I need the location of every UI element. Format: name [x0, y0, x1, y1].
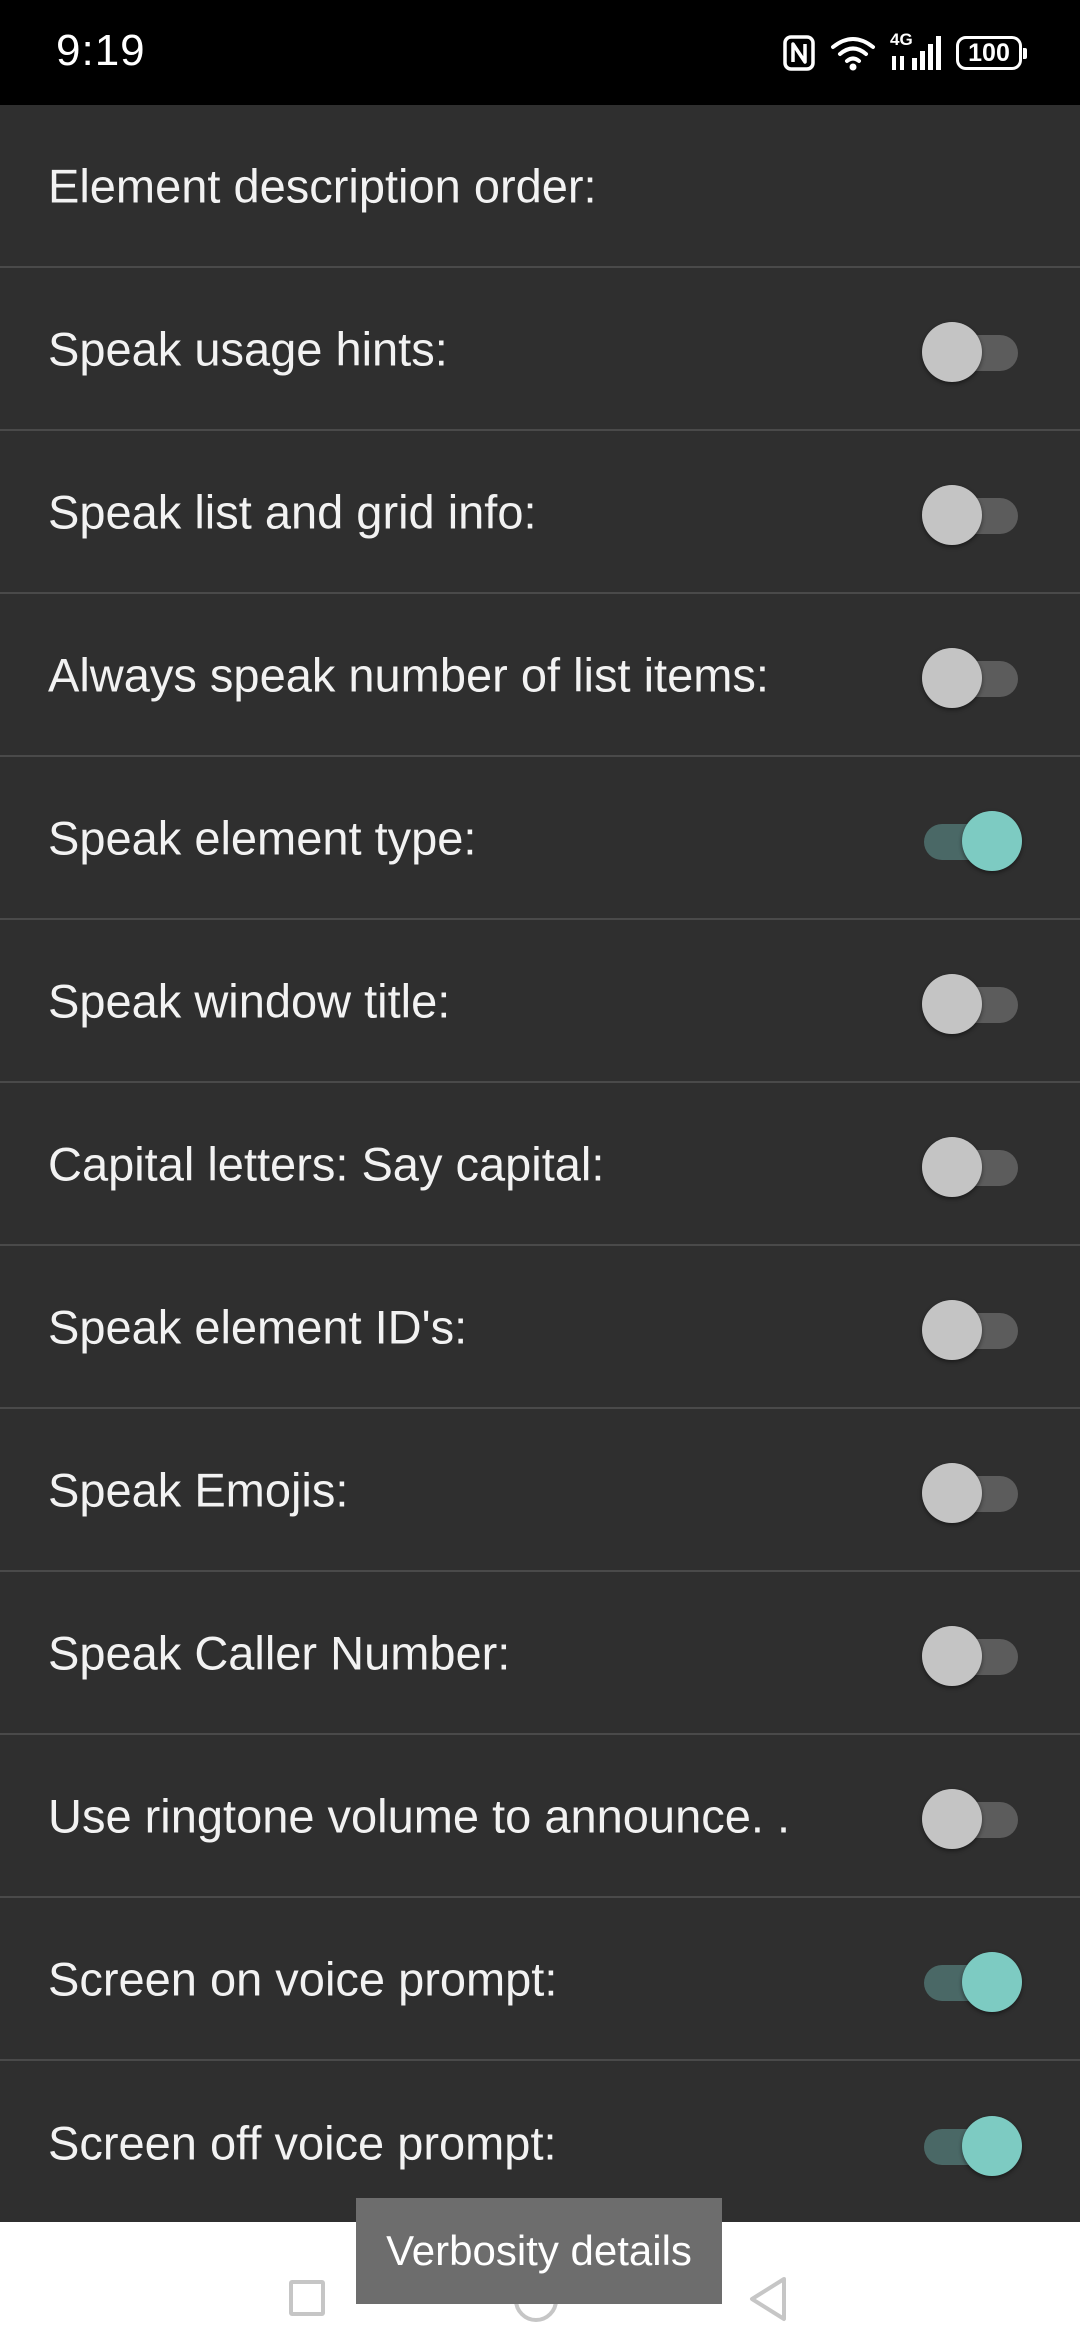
setting-row-capital-letters[interactable]: Capital letters: Say capital: [0, 1083, 1080, 1246]
setting-label: Speak Caller Number: [48, 1626, 511, 1679]
setting-row-always-speak-number-of-list-items[interactable]: Always speak number of list items: [0, 594, 1080, 757]
toast-message: Verbosity details [356, 2198, 722, 2304]
setting-label: Always speak number of list items: [48, 648, 769, 701]
setting-label: Use ringtone volume to announce. . [48, 1789, 791, 1842]
setting-row-speak-emojis[interactable]: Speak Emojis: [0, 1409, 1080, 1572]
settings-list: Element description order: Speak usage h… [0, 105, 1080, 2224]
signal-icon: 4G [890, 30, 942, 72]
speak-list-grid-info-toggle[interactable] [922, 481, 1022, 545]
setting-row-speak-element-type[interactable]: Speak element type: [0, 757, 1080, 920]
wifi-icon [830, 35, 876, 71]
setting-row-screen-on-voice-prompt[interactable]: Screen on voice prompt: [0, 1898, 1080, 2061]
capital-letters-toggle[interactable] [922, 1133, 1022, 1197]
back-icon[interactable] [746, 2274, 790, 2329]
speak-usage-hints-toggle[interactable] [922, 318, 1022, 382]
status-bar: 9:19 4G 100 [0, 0, 1080, 105]
speak-element-type-toggle[interactable] [922, 807, 1022, 871]
setting-row-ringtone-volume[interactable]: Use ringtone volume to announce. . [0, 1735, 1080, 1898]
setting-row-speak-list-grid-info[interactable]: Speak list and grid info: [0, 431, 1080, 594]
setting-row-speak-caller-number[interactable]: Speak Caller Number: [0, 1572, 1080, 1735]
screen-on-voice-prompt-toggle[interactable] [922, 1948, 1022, 2012]
speak-caller-number-toggle[interactable] [922, 1622, 1022, 1686]
recents-icon[interactable] [289, 2280, 325, 2316]
setting-label: Speak window title: [48, 974, 451, 1027]
ringtone-volume-toggle[interactable] [922, 1785, 1022, 1849]
speak-window-title-toggle[interactable] [922, 970, 1022, 1034]
setting-row-speak-window-title[interactable]: Speak window title: [0, 920, 1080, 1083]
always-speak-number-toggle[interactable] [922, 644, 1022, 708]
battery-icon: 100 [956, 36, 1027, 70]
setting-label: Element description order: [48, 159, 597, 212]
setting-label: Speak usage hints: [48, 322, 448, 375]
nfc-icon [782, 34, 816, 72]
setting-row-speak-usage-hints[interactable]: Speak usage hints: [0, 268, 1080, 431]
speak-element-ids-toggle[interactable] [922, 1296, 1022, 1360]
status-icons: 4G 100 [782, 30, 1027, 76]
setting-label: Speak list and grid info: [48, 485, 537, 538]
screen-off-voice-prompt-toggle[interactable] [922, 2112, 1022, 2176]
setting-label: Speak Emojis: [48, 1463, 349, 1516]
setting-label: Capital letters: Say capital: [48, 1137, 605, 1190]
battery-level: 100 [968, 38, 1010, 67]
status-time: 9:19 [56, 26, 146, 75]
speak-emojis-toggle[interactable] [922, 1459, 1022, 1523]
setting-label: Speak element ID's: [48, 1300, 468, 1353]
setting-label: Speak element type: [48, 811, 477, 864]
setting-label: Screen on voice prompt: [48, 1952, 558, 2005]
setting-row-element-description-order[interactable]: Element description order: [0, 105, 1080, 268]
setting-label: Screen off voice prompt: [48, 2116, 557, 2169]
setting-row-speak-element-ids[interactable]: Speak element ID's: [0, 1246, 1080, 1409]
